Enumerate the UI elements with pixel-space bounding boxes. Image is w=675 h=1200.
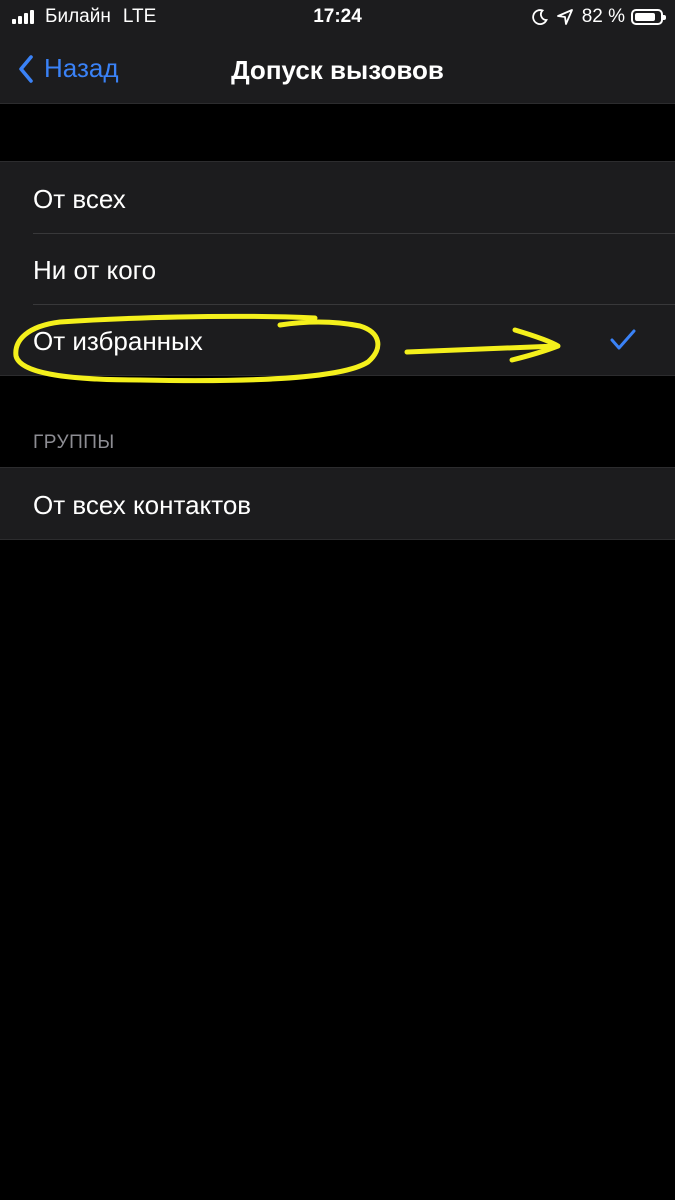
option-label: От избранных bbox=[33, 326, 203, 356]
option-no-one[interactable]: Ни от кого bbox=[0, 233, 675, 304]
status-right: 82 % bbox=[531, 6, 666, 28]
group-label: От всех контактов bbox=[33, 490, 252, 520]
moon-icon bbox=[531, 9, 548, 25]
battery-icon bbox=[631, 9, 666, 25]
navigation-bar: Назад Допуск вызовов bbox=[0, 36, 675, 104]
back-button-label: Назад bbox=[44, 53, 119, 83]
location-arrow-icon bbox=[556, 9, 573, 25]
groups-list: От всех контактов bbox=[0, 467, 675, 540]
group-all-contacts[interactable]: От всех контактов bbox=[0, 468, 675, 539]
back-button[interactable]: Назад bbox=[18, 53, 119, 84]
chevron-left-icon bbox=[19, 54, 33, 83]
status-bar: Билайн LTE 17:24 82 % bbox=[0, 0, 675, 36]
option-label: Ни от кого bbox=[33, 255, 157, 285]
allow-calls-options: От всех Ни от кого От избранных bbox=[0, 161, 675, 376]
groups-section-header: ГРУППЫ bbox=[33, 432, 115, 453]
signal-icon bbox=[12, 10, 36, 24]
option-everyone[interactable]: От всех bbox=[0, 162, 675, 233]
battery-percent: 82 % bbox=[581, 6, 625, 27]
screen: Билайн LTE 17:24 82 % Назад Допуск вызов… bbox=[0, 0, 675, 1200]
carrier-name: Билайн bbox=[45, 6, 111, 27]
status-left: Билайн LTE bbox=[12, 6, 156, 28]
battery-fill bbox=[635, 13, 655, 21]
option-label: От всех bbox=[33, 184, 126, 214]
battery-cap bbox=[663, 15, 666, 20]
checkmark-icon bbox=[610, 329, 636, 350]
network-type: LTE bbox=[122, 6, 157, 27]
option-favorites[interactable]: От избранных bbox=[0, 304, 675, 375]
